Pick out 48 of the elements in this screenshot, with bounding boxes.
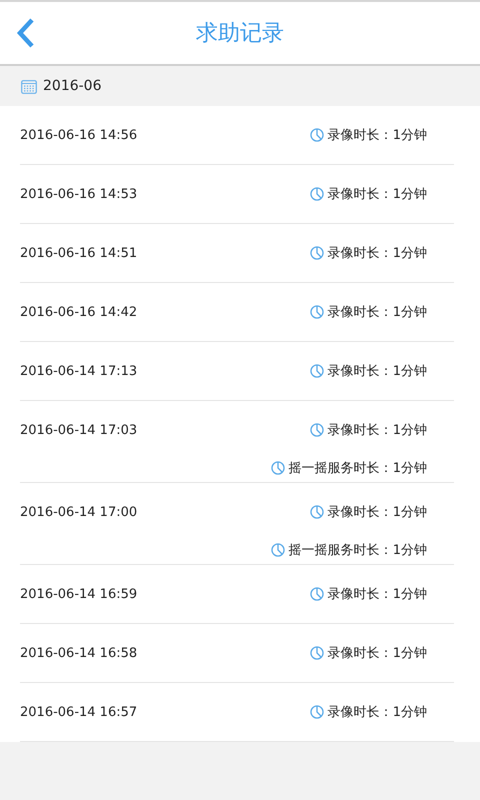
clock-icon bbox=[310, 364, 324, 378]
clock-icon bbox=[310, 505, 324, 519]
month-label: 2016-06 bbox=[43, 78, 102, 94]
duration-text: 录像时长：1分钟 bbox=[328, 363, 427, 380]
record-row[interactable]: 2016-06-16 14:42 录像时长：1分钟 bbox=[20, 283, 454, 342]
clock-icon bbox=[310, 646, 324, 660]
calendar-icon bbox=[21, 78, 37, 94]
duration-text: 录像时长：1分钟 bbox=[328, 422, 427, 439]
record-time: 2016-06-16 14:42 bbox=[20, 304, 138, 320]
clock-icon bbox=[310, 128, 324, 142]
record-row[interactable]: 2016-06-14 16:57 录像时长：1分钟 bbox=[20, 683, 454, 742]
clock-icon bbox=[310, 246, 324, 260]
record-row[interactable]: 2016-06-14 17:13 录像时长：1分钟 bbox=[20, 342, 454, 401]
clock-icon bbox=[310, 587, 324, 601]
record-time: 2016-06-14 16:58 bbox=[20, 646, 138, 660]
duration-text: 录像时长：1分钟 bbox=[328, 504, 427, 521]
clock-icon bbox=[310, 423, 324, 437]
record-time: 2016-06-16 14:56 bbox=[20, 128, 138, 142]
clock-icon bbox=[310, 187, 324, 201]
record-row[interactable]: 2016-06-14 16:58 录像时长：1分钟 bbox=[20, 624, 454, 683]
record-time: 2016-06-14 16:57 bbox=[20, 704, 138, 720]
duration-text: 录像时长：1分钟 bbox=[328, 304, 427, 321]
back-icon bbox=[16, 17, 36, 49]
record-time: 2016-06-14 17:00 bbox=[20, 504, 138, 520]
duration-text: 录像时长：1分钟 bbox=[328, 704, 427, 721]
record-time: 2016-06-16 14:53 bbox=[20, 186, 138, 202]
record-row[interactable]: 2016-06-16 14:53 录像时长：1分钟 bbox=[20, 165, 454, 224]
duration-text: 录像时长：1分钟 bbox=[328, 186, 427, 203]
record-row[interactable]: 2016-06-14 17:03 录像时长：1分钟 摇一摇服务时长：1分钟 bbox=[20, 401, 454, 483]
record-time: 2016-06-14 17:03 bbox=[20, 422, 138, 438]
record-row[interactable]: 2016-06-14 16:59 录像时长：1分钟 bbox=[20, 565, 454, 624]
record-time: 2016-06-16 14:51 bbox=[20, 246, 138, 260]
clock-icon bbox=[310, 705, 324, 719]
duration-text: 摇一摇服务时长：1分钟 bbox=[288, 460, 427, 477]
clock-icon bbox=[310, 305, 324, 319]
duration-text: 录像时长：1分钟 bbox=[328, 127, 427, 144]
record-row[interactable]: 2016-06-14 17:00 录像时长：1分钟 摇一摇服务时长：1分钟 bbox=[20, 483, 454, 565]
duration-text: 录像时长：1分钟 bbox=[328, 586, 427, 603]
record-row[interactable]: 2016-06-16 14:51 录像时长：1分钟 bbox=[20, 224, 454, 283]
duration-text: 摇一摇服务时长：1分钟 bbox=[288, 542, 427, 559]
clock-icon bbox=[270, 543, 285, 557]
clock-icon bbox=[270, 461, 285, 475]
duration-text: 录像时长：1分钟 bbox=[328, 245, 427, 262]
record-time: 2016-06-14 16:59 bbox=[20, 586, 138, 602]
record-row[interactable]: 2016-06-16 14:56 录像时长：1分钟 bbox=[20, 106, 454, 165]
page-title: 求助记录 bbox=[196, 20, 284, 48]
duration-text: 录像时长：1分钟 bbox=[328, 645, 427, 662]
record-time: 2016-06-14 17:13 bbox=[20, 364, 138, 378]
